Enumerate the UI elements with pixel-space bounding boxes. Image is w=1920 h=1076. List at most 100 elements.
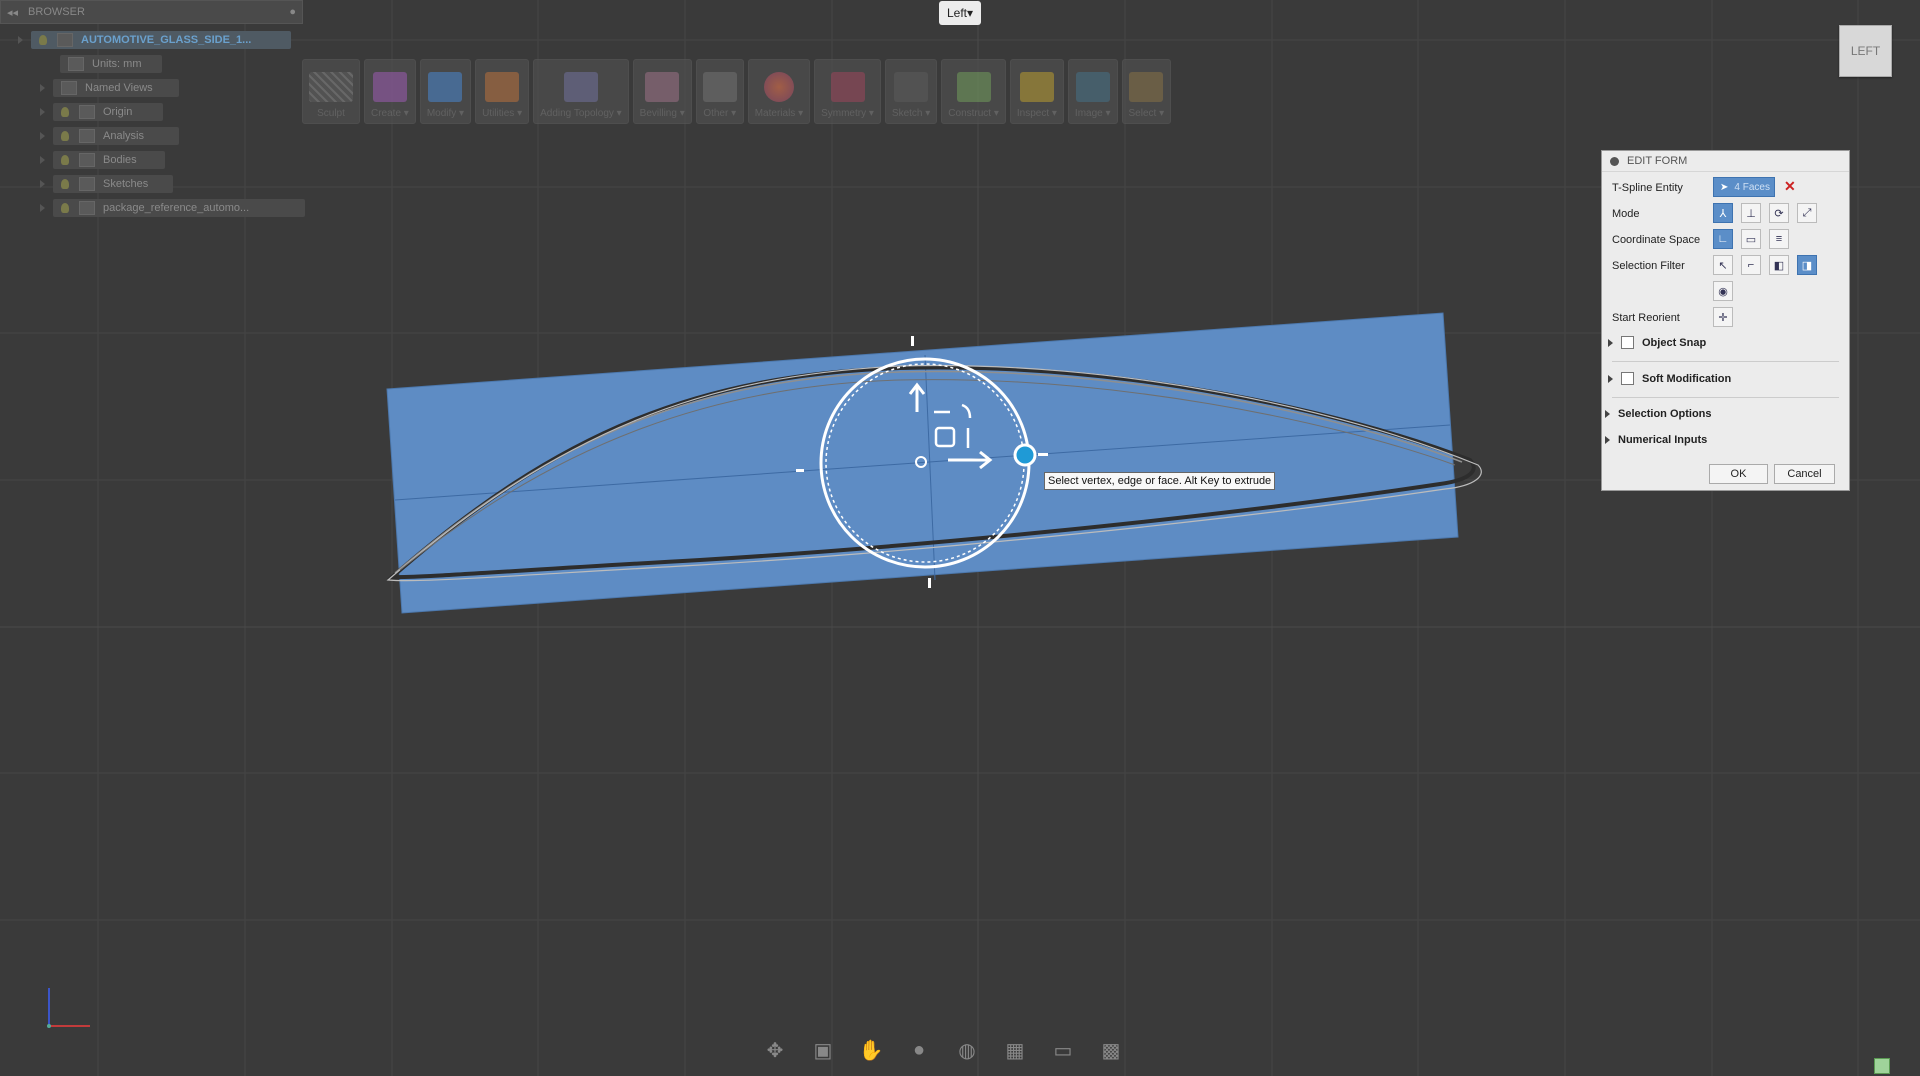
origin-icon [79, 105, 95, 119]
modify-icon [428, 72, 463, 102]
coord-local-icon[interactable]: ≡ [1769, 229, 1789, 249]
mode-multi-icon[interactable]: ⅄ [1713, 203, 1733, 223]
topology-icon [563, 72, 598, 102]
tree-item-label: Origin [103, 106, 133, 118]
visibility-icon[interactable] [61, 131, 69, 141]
utilities-icon [485, 72, 520, 102]
tree-item-label: Units: mm [92, 58, 142, 70]
tree-item-analysis[interactable]: Analysis [40, 126, 179, 146]
visibility-icon[interactable] [61, 203, 69, 213]
filter-body-icon[interactable]: ◉ [1713, 281, 1733, 301]
soft-modification-section[interactable]: Soft Modification [1608, 372, 1731, 385]
object-snap-checkbox[interactable] [1621, 336, 1634, 349]
other-icon [702, 72, 737, 102]
toolbar-sculpt[interactable]: Sculpt [302, 59, 360, 124]
collapse-icon[interactable]: ◂◂ [7, 6, 18, 19]
start-reorient-label: Start Reorient [1612, 312, 1680, 324]
look-at-icon[interactable]: ▣ [808, 1037, 838, 1063]
bevel-icon [645, 72, 680, 102]
object-snap-section[interactable]: Object Snap [1608, 336, 1706, 349]
tree-item-label: AUTOMOTIVE_GLASS_SIDE_1... [81, 34, 252, 46]
numerical-inputs-section[interactable]: Numerical Inputs [1605, 434, 1707, 446]
construct-icon [956, 72, 991, 102]
image-icon [1075, 72, 1110, 102]
tree-item-root[interactable]: AUTOMOTIVE_GLASS_SIDE_1... [18, 30, 291, 50]
filter-face-icon[interactable]: ◧ [1769, 255, 1789, 275]
tree-item-named-views[interactable]: Named Views [40, 78, 179, 98]
toolbar-adding-topology[interactable]: Adding Topology ▾ [533, 59, 629, 124]
tree-item-units[interactable]: Units: mm [60, 54, 162, 74]
sketch-icon [894, 72, 929, 102]
selection-options-section[interactable]: Selection Options [1605, 408, 1712, 420]
tree-item-origin[interactable]: Origin [40, 102, 163, 122]
coord-world-icon[interactable]: ∟ [1713, 229, 1733, 249]
mode-scale-icon[interactable]: ⤢ [1797, 203, 1817, 223]
mode-label: Mode [1612, 208, 1640, 220]
toolbar-construct[interactable]: Construct ▾ [941, 59, 1006, 124]
visibility-icon[interactable] [61, 155, 69, 165]
tree-item-reference[interactable]: package_reference_automo... [40, 198, 305, 218]
selection-options-label: Selection Options [1618, 408, 1712, 420]
folder-icon [79, 153, 95, 167]
inspect-icon [1019, 72, 1054, 102]
cancel-button[interactable]: Cancel [1774, 464, 1835, 484]
navigation-bar: ✥ ▣ ✋ ● ◍ ▦ ▭ ▩ [760, 1037, 1126, 1063]
dialog-header: EDIT FORM [1602, 151, 1849, 172]
filter-vertex-icon[interactable]: ↖ [1713, 255, 1733, 275]
orbit-icon[interactable]: ✥ [760, 1037, 790, 1063]
filter-edge-icon[interactable]: ⌐ [1741, 255, 1761, 275]
coordinate-space-label: Coordinate Space [1612, 234, 1701, 246]
mode-translate-icon[interactable]: ⊥ [1741, 203, 1761, 223]
collapse-dialog-icon[interactable] [1610, 156, 1619, 166]
folder-icon [61, 81, 77, 95]
document-icon [68, 57, 84, 71]
filter-all-icon[interactable]: ◨ [1797, 255, 1817, 275]
expand-arrow-icon [1605, 436, 1610, 444]
viewports-icon[interactable]: ▦ [1000, 1037, 1030, 1063]
coord-view-icon[interactable]: ▭ [1741, 229, 1761, 249]
tree-item-sketches[interactable]: Sketches [40, 174, 173, 194]
toolbar-utilities[interactable]: Utilities ▾ [475, 59, 530, 124]
mode-rotate-icon[interactable]: ⟳ [1769, 203, 1789, 223]
ok-button[interactable]: OK [1709, 464, 1768, 484]
tree-item-bodies[interactable]: Bodies [40, 150, 165, 170]
toolbar-bevilling[interactable]: Bevilling ▾ [632, 59, 692, 124]
toolbar-image[interactable]: Image ▾ [1067, 59, 1118, 124]
tree-item-label: Sketches [103, 178, 149, 190]
visibility-icon[interactable] [61, 107, 69, 117]
grid-settings-icon[interactable]: ▩ [1096, 1037, 1126, 1063]
expand-arrow-icon [1605, 410, 1610, 418]
tree-item-label: package_reference_automo... [103, 202, 250, 214]
component-icon [57, 33, 73, 47]
pan-hand-icon[interactable]: ✋ [856, 1037, 886, 1063]
toolbar-modify[interactable]: Modify ▾ [419, 59, 472, 124]
toolbar-other[interactable]: Other ▾ [695, 59, 744, 124]
notification-icon[interactable] [1874, 1058, 1890, 1074]
soft-modification-checkbox[interactable] [1621, 372, 1634, 385]
toolbar: Sculpt Create ▾ Modify ▾ Utilities ▾ Add… [302, 59, 1172, 126]
display-settings-icon[interactable]: ▭ [1048, 1037, 1078, 1063]
toolbar-create[interactable]: Create ▾ [364, 59, 416, 124]
view-cube[interactable]: LEFT [1839, 25, 1892, 77]
view-dropdown[interactable]: Left▾ [939, 1, 981, 25]
toolbar-symmetry[interactable]: Symmetry ▾ [814, 59, 881, 124]
toolbar-inspect[interactable]: Inspect ▾ [1009, 59, 1064, 124]
toolbar-materials[interactable]: Materials ▾ [747, 59, 811, 124]
tspline-entity-label: T-Spline Entity [1612, 182, 1683, 194]
soft-modification-label: Soft Modification [1642, 372, 1732, 385]
visibility-icon[interactable] [61, 179, 69, 189]
reorient-icon[interactable]: ✛ [1713, 307, 1733, 327]
browser-close-icon[interactable]: ● [289, 6, 296, 18]
symmetry-icon [830, 72, 865, 102]
zoom-window-icon[interactable]: ◍ [952, 1037, 982, 1063]
toolbar-sketch[interactable]: Sketch ▾ [884, 59, 938, 124]
tree-item-label: Named Views [85, 82, 153, 94]
expand-arrow-icon [1608, 374, 1613, 383]
tree-item-label: Analysis [103, 130, 144, 142]
tspline-entity-selector[interactable]: ➤ 4 Faces [1713, 177, 1775, 197]
toolbar-select[interactable]: Select ▾ [1121, 59, 1172, 124]
zoom-icon[interactable]: ● [904, 1037, 934, 1063]
clear-selection-icon[interactable]: ✕ [1784, 178, 1796, 195]
edit-form-dialog: EDIT FORM T-Spline Entity ➤ 4 Faces ✕ Mo… [1601, 150, 1850, 491]
visibility-icon[interactable] [39, 35, 47, 45]
